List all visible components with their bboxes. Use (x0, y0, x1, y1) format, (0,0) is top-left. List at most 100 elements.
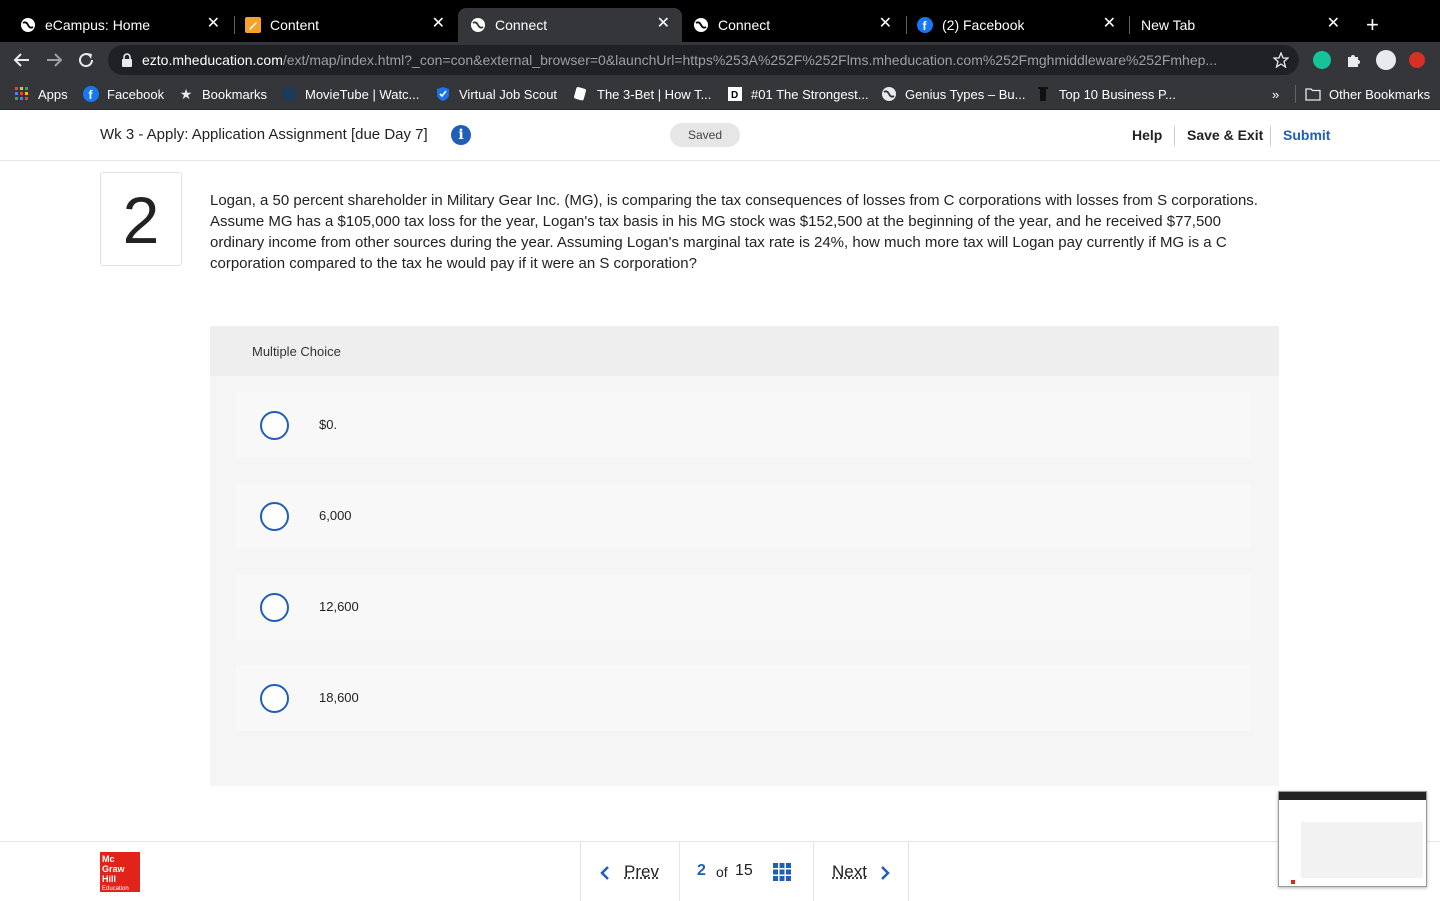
globe-icon (20, 17, 36, 33)
back-arrow-icon[interactable] (12, 50, 32, 70)
reload-icon[interactable] (76, 50, 96, 70)
close-icon[interactable]: ✕ (432, 16, 445, 32)
tab-new-tab[interactable]: New Tab ✕ (1130, 8, 1352, 42)
new-tab-plus-icon[interactable]: + (1366, 14, 1379, 36)
close-icon[interactable]: ✕ (1327, 16, 1340, 32)
globe-icon (881, 86, 897, 102)
close-icon[interactable]: ✕ (207, 16, 220, 32)
d-square-icon: D (727, 86, 743, 102)
current-page: 2 (697, 862, 706, 879)
bookmarks-overflow-chevron-icon[interactable]: » (1272, 85, 1279, 103)
update-arrow-icon[interactable] (1409, 52, 1425, 68)
header-divider (1270, 126, 1271, 146)
globe-icon (470, 17, 486, 33)
mcgraw-hill-logo: Mc Graw Hill Education (100, 852, 140, 892)
radio-button[interactable] (260, 502, 289, 531)
answer-choice[interactable]: 12,600 (236, 574, 1251, 640)
answer-choice[interactable]: 6,000 (236, 483, 1251, 549)
radio-button[interactable] (260, 684, 289, 713)
close-icon[interactable]: ✕ (879, 16, 892, 32)
prev-button[interactable]: Prev (624, 862, 659, 882)
svg-text:D: D (731, 90, 738, 101)
url-host: ezto.mheducation.com (142, 52, 283, 68)
bookmark-bookmarks-folder[interactable]: ★ Bookmarks (178, 85, 267, 103)
info-icon[interactable]: i (451, 125, 471, 145)
close-icon[interactable]: ✕ (1103, 16, 1116, 32)
bookmark-label: Apps (38, 86, 68, 102)
bookmark-movietube[interactable]: MovieTube | Watc... (281, 85, 419, 103)
bookmark-label: Other Bookmarks (1329, 86, 1431, 102)
answer-choice-text: 18,600 (319, 690, 359, 705)
bookmark-label: Bookmarks (202, 86, 268, 102)
tab-title: eCampus: Home (45, 17, 151, 33)
question-type-header: Multiple Choice (210, 326, 1279, 376)
thumbnail-logo (1291, 880, 1295, 884)
bookmark-3-bet[interactable]: The 3-Bet | How T... (573, 85, 711, 103)
extensions-puzzle-icon[interactable] (1345, 51, 1363, 69)
page-of-label: of (716, 864, 728, 880)
answer-choice[interactable]: 18,600 (236, 665, 1251, 731)
logo-line: Education (102, 886, 129, 892)
url-path: /ext/map/index.html?_con=con&external_br… (282, 52, 1218, 68)
tab-separator (234, 16, 235, 34)
tab-facebook[interactable]: f (2) Facebook ✕ (907, 8, 1128, 42)
bookmark-star-icon[interactable] (1273, 52, 1289, 68)
tab-connect[interactable]: Connect ✕ (682, 8, 904, 42)
thumbnail-titlebar (1279, 792, 1426, 800)
other-bookmarks-folder[interactable]: Other Bookmarks (1295, 85, 1430, 103)
profile-avatar-icon[interactable] (1376, 50, 1396, 70)
bookmarks-bar: Apps f Facebook ★ Bookmarks MovieTube | … (0, 78, 1440, 110)
globe-icon (693, 17, 709, 33)
tab-title: Content (270, 17, 320, 33)
address-bar[interactable]: ezto.mheducation.com/ext/map/index.html?… (108, 45, 1299, 75)
tab-content[interactable]: Content ✕ (236, 8, 457, 42)
bookmark-genius-types[interactable]: Genius Types – Bu... (881, 85, 1025, 103)
radio-button[interactable] (260, 593, 289, 622)
answer-choice-text: 6,000 (319, 508, 352, 523)
footer-navigation: Mc Graw Hill Education Prev 2 of 15 Next (0, 841, 1440, 901)
movietube-icon (281, 86, 297, 102)
screen-preview-thumbnail[interactable] (1278, 791, 1427, 887)
question-text: Logan, a 50 percent shareholder in Milit… (210, 192, 1258, 272)
cards-icon (573, 86, 589, 102)
bookmark-apps[interactable]: Apps (14, 85, 68, 103)
tab-ecampus-home[interactable]: eCampus: Home ✕ (0, 8, 232, 42)
bookmark-strongest[interactable]: D #01 The Strongest... (727, 85, 869, 103)
grammarly-extension-icon[interactable] (1313, 51, 1331, 69)
star-icon: ★ (179, 85, 193, 102)
pencil-icon (245, 17, 261, 33)
question-type-label: Multiple Choice (252, 344, 341, 359)
apps-grid-icon (14, 86, 30, 102)
bookmark-virtual-job-scout[interactable]: Virtual Job Scout (435, 85, 557, 103)
bookmark-label: Virtual Job Scout (459, 86, 558, 102)
logo-line: Hill (102, 874, 117, 884)
tab-connect-active[interactable]: Connect ✕ (458, 8, 682, 42)
answer-choice[interactable]: $0. (236, 392, 1251, 458)
bookmark-top-10-business[interactable]: Top 10 Business P... (1035, 85, 1176, 103)
save-exit-button[interactable]: Save & Exit (1187, 127, 1263, 143)
next-button[interactable]: Next (832, 862, 867, 882)
facebook-icon: f (83, 86, 99, 102)
bookmark-label: #01 The Strongest... (751, 86, 869, 102)
radio-button[interactable] (260, 411, 289, 440)
grid-view-icon[interactable] (773, 863, 791, 881)
bookmark-label: MovieTube | Watc... (305, 86, 420, 102)
bookmark-black-icon (1035, 86, 1051, 102)
pager-divider (813, 842, 814, 901)
assignment-title: Wk 3 - Apply: Application Assignment [du… (100, 126, 428, 143)
chevron-right-icon (881, 866, 890, 880)
submit-button[interactable]: Submit (1283, 127, 1330, 143)
bookmark-facebook[interactable]: f Facebook (83, 85, 164, 103)
forward-arrow-icon[interactable] (44, 50, 64, 70)
pagination: Prev 2 of 15 Next (580, 842, 909, 901)
tab-title: Connect (718, 17, 771, 33)
close-icon[interactable]: ✕ (657, 16, 670, 32)
thumbnail-content (1301, 822, 1423, 878)
url-text: ezto.mheducation.com/ext/map/index.html?… (142, 52, 1262, 68)
saved-status-badge: Saved (670, 123, 740, 147)
logo-line: Graw (102, 864, 125, 874)
facebook-icon: f (917, 17, 933, 33)
bookmark-label: Top 10 Business P... (1059, 86, 1176, 102)
help-button[interactable]: Help (1132, 127, 1162, 143)
browser-toolbar: ezto.mheducation.com/ext/map/index.html?… (0, 42, 1440, 78)
